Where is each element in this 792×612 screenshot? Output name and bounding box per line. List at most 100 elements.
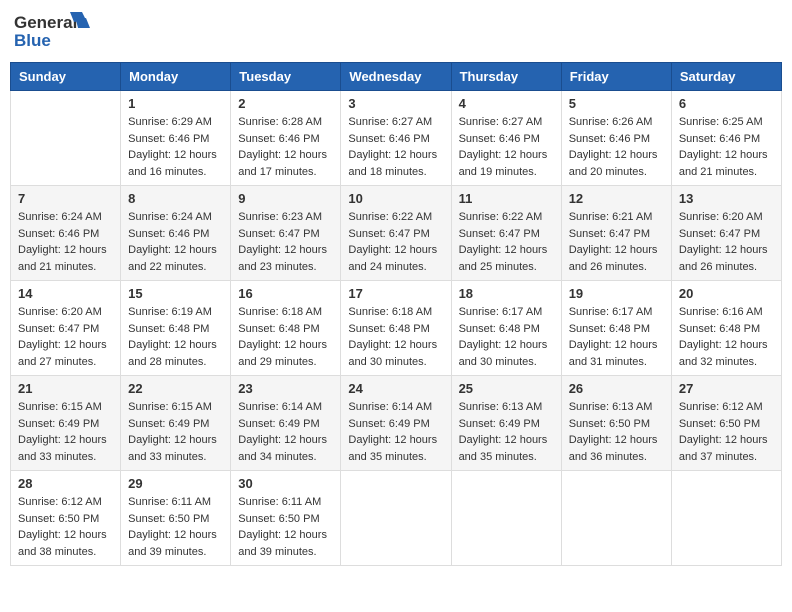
day-cell: 27 Sunrise: 6:12 AMSunset: 6:50 PMDayligh… xyxy=(671,376,781,471)
day-number: 30 xyxy=(238,476,333,491)
day-cell xyxy=(561,471,671,566)
day-cell: 29Sunrise: 6:11 AMSunset: 6:50 PMDayligh… xyxy=(121,471,231,566)
day-cell: 10 Sunrise: 6:22 AMSunset: 6:47 PMDayligh… xyxy=(341,186,451,281)
day-number: 6 xyxy=(679,96,774,111)
day-number: 1 xyxy=(128,96,223,111)
day-cell: 13Sunrise: 6:20 AMSunset: 6:47 PMDayligh… xyxy=(671,186,781,281)
day-number: 14 xyxy=(18,286,113,301)
cell-info: Sunrise: 6:17 AMSunset: 6:48 PMDaylight:… xyxy=(569,304,664,370)
day-number: 2 xyxy=(238,96,333,111)
day-cell: 22 Sunrise: 6:15 AMSunset: 6:49 PMDayligh… xyxy=(121,376,231,471)
day-cell: 11 Sunrise: 6:22 AMSunset: 6:47 PMDayligh… xyxy=(451,186,561,281)
day-cell: 24 Sunrise: 6:14 AMSunset: 6:49 PMDayligh… xyxy=(341,376,451,471)
day-cell: 4 Sunrise: 6:27 AMSunset: 6:46 PMDaylight… xyxy=(451,91,561,186)
cell-info: Sunrise: 6:26 AMSunset: 6:46 PMDaylight:… xyxy=(569,114,664,180)
week-row-3: 14 Sunrise: 6:20 AMSunset: 6:47 PMDayligh… xyxy=(11,281,782,376)
day-number: 24 xyxy=(348,381,443,396)
day-number: 17 xyxy=(348,286,443,301)
day-number: 7 xyxy=(18,191,113,206)
day-number: 19 xyxy=(569,286,664,301)
day-cell: 28 Sunrise: 6:12 AMSunset: 6:50 PMDayligh… xyxy=(11,471,121,566)
cell-info: Sunrise: 6:13 AMSunset: 6:49 PMDaylight:… xyxy=(459,399,554,465)
day-number: 4 xyxy=(459,96,554,111)
col-header-tuesday: Tuesday xyxy=(231,63,341,91)
day-cell: 16Sunrise: 6:18 AMSunset: 6:48 PMDayligh… xyxy=(231,281,341,376)
cell-info: Sunrise: 6:29 AMSunset: 6:46 PMDaylight:… xyxy=(128,114,223,180)
cell-info: Sunrise: 6:14 AMSunset: 6:49 PMDaylight:… xyxy=(348,399,443,465)
col-header-thursday: Thursday xyxy=(451,63,561,91)
cell-info: Sunrise: 6:12 AMSunset: 6:50 PMDaylight:… xyxy=(679,399,774,465)
day-number: 13 xyxy=(679,191,774,206)
day-number: 15 xyxy=(128,286,223,301)
col-header-wednesday: Wednesday xyxy=(341,63,451,91)
day-cell: 23Sunrise: 6:14 AMSunset: 6:49 PMDayligh… xyxy=(231,376,341,471)
day-cell: 12Sunrise: 6:21 AMSunset: 6:47 PMDayligh… xyxy=(561,186,671,281)
header: General Blue xyxy=(10,10,782,54)
logo-svg: General Blue xyxy=(14,10,104,54)
day-number: 27 xyxy=(679,381,774,396)
day-number: 11 xyxy=(459,191,554,206)
cell-info: Sunrise: 6:24 AMSunset: 6:46 PMDaylight:… xyxy=(128,209,223,275)
day-number: 10 xyxy=(348,191,443,206)
cell-info: Sunrise: 6:15 AMSunset: 6:49 PMDaylight:… xyxy=(128,399,223,465)
day-cell: 5 Sunrise: 6:26 AMSunset: 6:46 PMDaylight… xyxy=(561,91,671,186)
day-cell xyxy=(341,471,451,566)
day-cell: 15Sunrise: 6:19 AMSunset: 6:48 PMDayligh… xyxy=(121,281,231,376)
day-number: 25 xyxy=(459,381,554,396)
day-number: 12 xyxy=(569,191,664,206)
day-cell xyxy=(671,471,781,566)
cell-info: Sunrise: 6:11 AMSunset: 6:50 PMDaylight:… xyxy=(238,494,333,560)
day-cell: 9 Sunrise: 6:23 AMSunset: 6:47 PMDaylight… xyxy=(231,186,341,281)
cell-info: Sunrise: 6:22 AMSunset: 6:47 PMDaylight:… xyxy=(348,209,443,275)
cell-info: Sunrise: 6:22 AMSunset: 6:47 PMDaylight:… xyxy=(459,209,554,275)
cell-info: Sunrise: 6:20 AMSunset: 6:47 PMDaylight:… xyxy=(18,304,113,370)
week-row-2: 7 Sunrise: 6:24 AMSunset: 6:46 PMDaylight… xyxy=(11,186,782,281)
cell-info: Sunrise: 6:24 AMSunset: 6:46 PMDaylight:… xyxy=(18,209,113,275)
day-cell: 2Sunrise: 6:28 AMSunset: 6:46 PMDaylight… xyxy=(231,91,341,186)
day-cell: 3 Sunrise: 6:27 AMSunset: 6:46 PMDaylight… xyxy=(341,91,451,186)
day-number: 23 xyxy=(238,381,333,396)
cell-info: Sunrise: 6:27 AMSunset: 6:46 PMDaylight:… xyxy=(348,114,443,180)
day-number: 29 xyxy=(128,476,223,491)
cell-info: Sunrise: 6:17 AMSunset: 6:48 PMDaylight:… xyxy=(459,304,554,370)
day-cell: 25 Sunrise: 6:13 AMSunset: 6:49 PMDayligh… xyxy=(451,376,561,471)
day-number: 20 xyxy=(679,286,774,301)
day-cell: 19 Sunrise: 6:17 AMSunset: 6:48 PMDayligh… xyxy=(561,281,671,376)
day-number: 16 xyxy=(238,286,333,301)
day-cell xyxy=(451,471,561,566)
cell-info: Sunrise: 6:13 AMSunset: 6:50 PMDaylight:… xyxy=(569,399,664,465)
week-row-1: 1 Sunrise: 6:29 AMSunset: 6:46 PMDaylight… xyxy=(11,91,782,186)
col-header-saturday: Saturday xyxy=(671,63,781,91)
day-cell: 30 Sunrise: 6:11 AMSunset: 6:50 PMDayligh… xyxy=(231,471,341,566)
day-cell: 8 Sunrise: 6:24 AMSunset: 6:46 PMDaylight… xyxy=(121,186,231,281)
day-cell xyxy=(11,91,121,186)
col-header-sunday: Sunday xyxy=(11,63,121,91)
day-number: 28 xyxy=(18,476,113,491)
logo: General Blue xyxy=(14,10,104,54)
day-cell: 21Sunrise: 6:15 AMSunset: 6:49 PMDayligh… xyxy=(11,376,121,471)
day-number: 5 xyxy=(569,96,664,111)
svg-text:Blue: Blue xyxy=(14,31,51,50)
week-row-4: 21 Sunrise: 6:15 AMSunset: 6:49 PMDayligh… xyxy=(11,376,782,471)
day-number: 3 xyxy=(348,96,443,111)
day-cell: 7 Sunrise: 6:24 AMSunset: 6:46 PMDaylight… xyxy=(11,186,121,281)
cell-info: Sunrise: 6:16 AMSunset: 6:48 PMDaylight:… xyxy=(679,304,774,370)
day-cell: 17Sunrise: 6:18 AMSunset: 6:48 PMDayligh… xyxy=(341,281,451,376)
header-row: SundayMondayTuesdayWednesdayThursdayFrid… xyxy=(11,63,782,91)
day-number: 26 xyxy=(569,381,664,396)
col-header-monday: Monday xyxy=(121,63,231,91)
cell-info: Sunrise: 6:27 AMSunset: 6:46 PMDaylight:… xyxy=(459,114,554,180)
cell-info: Sunrise: 6:12 AMSunset: 6:50 PMDaylight:… xyxy=(18,494,113,560)
calendar-table: SundayMondayTuesdayWednesdayThursdayFrid… xyxy=(10,62,782,566)
day-cell: 6 Sunrise: 6:25 AMSunset: 6:46 PMDaylight… xyxy=(671,91,781,186)
day-number: 21 xyxy=(18,381,113,396)
day-number: 18 xyxy=(459,286,554,301)
day-cell: 26 Sunrise: 6:13 AMSunset: 6:50 PMDayligh… xyxy=(561,376,671,471)
cell-info: Sunrise: 6:23 AMSunset: 6:47 PMDaylight:… xyxy=(238,209,333,275)
week-row-5: 28 Sunrise: 6:12 AMSunset: 6:50 PMDayligh… xyxy=(11,471,782,566)
day-number: 9 xyxy=(238,191,333,206)
day-cell: 18 Sunrise: 6:17 AMSunset: 6:48 PMDayligh… xyxy=(451,281,561,376)
day-number: 8 xyxy=(128,191,223,206)
cell-info: Sunrise: 6:25 AMSunset: 6:46 PMDaylight:… xyxy=(679,114,774,180)
day-number: 22 xyxy=(128,381,223,396)
